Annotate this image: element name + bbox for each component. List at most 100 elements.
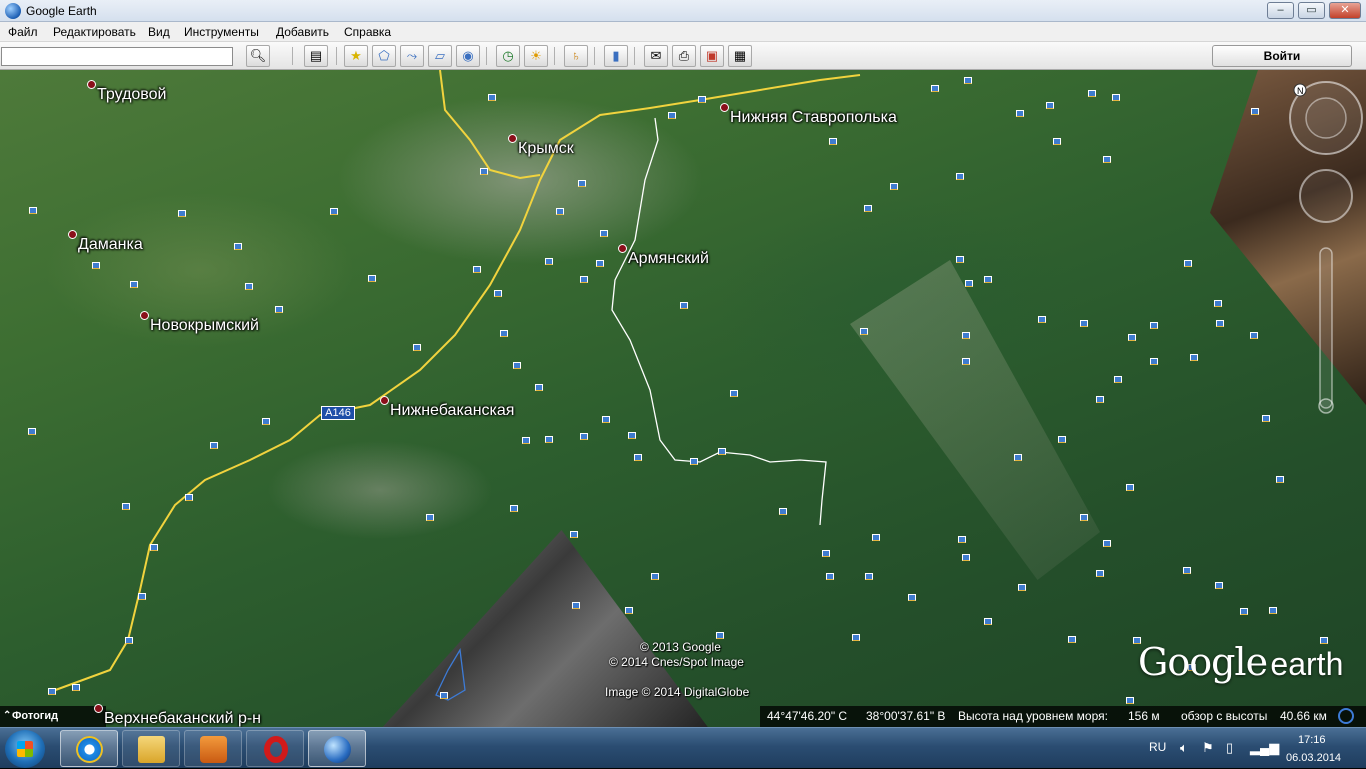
battery-icon[interactable]: ▯ (1226, 740, 1233, 756)
photo-pin[interactable] (1150, 358, 1158, 365)
photo-pin[interactable] (864, 205, 872, 212)
photo-pin[interactable] (473, 266, 481, 273)
menu-file[interactable]: Файл (8, 25, 38, 39)
photo-pin[interactable] (958, 536, 966, 543)
photo-pin[interactable] (262, 418, 270, 425)
photo-guide-button[interactable]: ⌃ Фотогид (0, 706, 106, 727)
photo-pin[interactable] (962, 358, 970, 365)
photo-pin[interactable] (125, 637, 133, 644)
photo-pin[interactable] (716, 632, 724, 639)
photo-pin[interactable] (580, 276, 588, 283)
photo-pin[interactable] (210, 442, 218, 449)
path-icon[interactable]: ⤳ (400, 45, 424, 67)
photo-pin[interactable] (1016, 110, 1024, 117)
photo-pin[interactable] (634, 454, 642, 461)
photo-pin[interactable] (1126, 484, 1134, 491)
photo-pin[interactable] (651, 573, 659, 580)
sidebar-toggle-icon[interactable]: ▤ (304, 45, 328, 67)
photo-pin[interactable] (1053, 138, 1061, 145)
photo-pin[interactable] (488, 94, 496, 101)
menu-add[interactable]: Добавить (276, 25, 329, 39)
place-label[interactable]: Новокрымский (140, 311, 259, 335)
photo-pin[interactable] (1058, 436, 1066, 443)
clock-time[interactable]: 17:16 (1298, 734, 1326, 746)
photo-pin[interactable] (510, 505, 518, 512)
photo-pin[interactable] (965, 280, 973, 287)
photo-pin[interactable] (138, 593, 146, 600)
place-label[interactable]: Даманка (68, 230, 143, 254)
start-button[interactable] (5, 730, 45, 768)
photo-pin[interactable] (1080, 514, 1088, 521)
photo-pin[interactable] (829, 138, 837, 145)
photo-pin[interactable] (680, 302, 688, 309)
photo-pin[interactable] (500, 330, 508, 337)
photo-pin[interactable] (962, 332, 970, 339)
volume-icon[interactable]: 🔈︎ (1180, 740, 1188, 756)
photo-pin[interactable] (513, 362, 521, 369)
photo-pin[interactable] (826, 573, 834, 580)
photo-pin[interactable] (718, 448, 726, 455)
photo-pin[interactable] (535, 384, 543, 391)
record-tour-icon[interactable]: ◉ (456, 45, 480, 67)
photo-pin[interactable] (426, 514, 434, 521)
close-button[interactable]: ✕ (1329, 2, 1361, 19)
photo-pin[interactable] (860, 328, 868, 335)
photo-pin[interactable] (1276, 476, 1284, 483)
photo-pin[interactable] (1114, 376, 1122, 383)
network-icon[interactable]: ▂▄▆ (1250, 740, 1279, 756)
photo-pin[interactable] (28, 428, 36, 435)
photo-pin[interactable] (413, 344, 421, 351)
photo-pin[interactable] (1068, 636, 1076, 643)
photo-pin[interactable] (48, 688, 56, 695)
photo-pin[interactable] (1262, 415, 1270, 422)
taskbar-google-earth[interactable] (308, 730, 366, 767)
photo-pin[interactable] (698, 96, 706, 103)
photo-pin[interactable] (1150, 322, 1158, 329)
photo-pin[interactable] (92, 262, 100, 269)
photo-pin[interactable] (872, 534, 880, 541)
print-icon[interactable]: ⎙ (672, 45, 696, 67)
search-input[interactable] (1, 47, 233, 66)
sunlight-icon[interactable]: ☀ (524, 45, 548, 67)
photo-pin[interactable] (578, 180, 586, 187)
photo-pin[interactable] (1014, 454, 1022, 461)
photo-pin[interactable] (522, 437, 530, 444)
photo-pin[interactable] (964, 77, 972, 84)
photo-pin[interactable] (494, 290, 502, 297)
photo-pin[interactable] (1112, 94, 1120, 101)
photo-pin[interactable] (122, 503, 130, 510)
photo-pin[interactable] (234, 243, 242, 250)
photo-pin[interactable] (1190, 354, 1198, 361)
minimize-button[interactable]: – (1267, 2, 1294, 19)
menu-tools[interactable]: Инструменты (184, 25, 259, 39)
photo-pin[interactable] (29, 207, 37, 214)
photo-pin[interactable] (185, 494, 193, 501)
photo-pin[interactable] (1214, 300, 1222, 307)
photo-pin[interactable] (602, 416, 610, 423)
photo-pin[interactable] (1096, 570, 1104, 577)
view-in-maps-icon[interactable]: ▣ (700, 45, 724, 67)
photo-pin[interactable] (1128, 334, 1136, 341)
photo-pin[interactable] (1088, 90, 1096, 97)
photo-pin[interactable] (1096, 396, 1104, 403)
photo-pin[interactable] (1184, 260, 1192, 267)
photo-pin[interactable] (368, 275, 376, 282)
photo-pin[interactable] (984, 276, 992, 283)
taskbar-media-player[interactable] (184, 730, 242, 767)
photo-pin[interactable] (1240, 608, 1248, 615)
photo-pin[interactable] (150, 544, 158, 551)
historical-imagery-icon[interactable]: ◷ (496, 45, 520, 67)
place-label[interactable]: Верхнебаканский р-н (93, 704, 261, 727)
photo-pin[interactable] (962, 554, 970, 561)
zoom-slider[interactable] (1318, 247, 1334, 414)
photo-pin[interactable] (1216, 320, 1224, 327)
taskbar-internet-explorer[interactable] (60, 730, 118, 767)
photo-pin[interactable] (1103, 156, 1111, 163)
photo-pin[interactable] (852, 634, 860, 641)
photo-pin[interactable] (1183, 567, 1191, 574)
photo-pin[interactable] (1046, 102, 1054, 109)
photo-pin[interactable] (730, 390, 738, 397)
photo-pin[interactable] (625, 607, 633, 614)
action-center-icon[interactable]: ⚑ (1202, 740, 1214, 756)
taskbar-opera[interactable] (246, 730, 304, 767)
